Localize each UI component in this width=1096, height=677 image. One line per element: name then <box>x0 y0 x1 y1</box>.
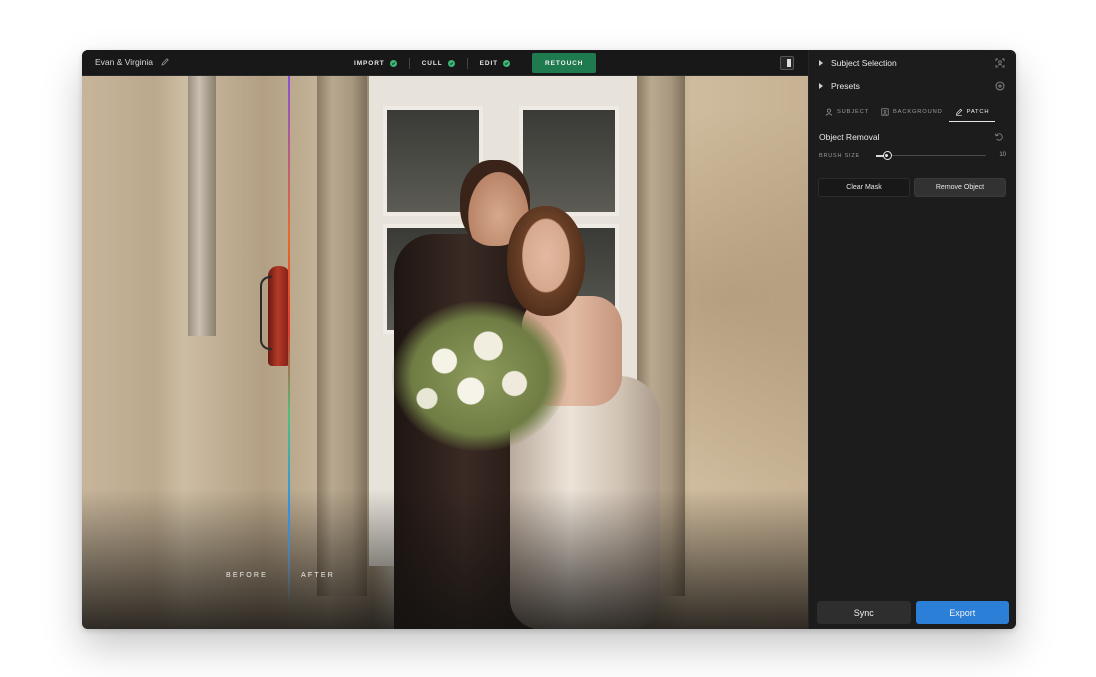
reset-icon[interactable] <box>994 132 1004 142</box>
check-icon <box>389 59 397 67</box>
subject-selection-section[interactable]: Subject Selection <box>809 52 1016 74</box>
step-retouch-label: RETOUCH <box>545 59 584 67</box>
photo-bouquet <box>392 301 567 451</box>
check-icon <box>503 59 511 67</box>
top-bar: Evan & Virginia IMPORT CULL EDIT RETOUCH <box>82 50 808 76</box>
brush-size-thumb[interactable] <box>882 151 892 160</box>
mask-actions: Clear Mask Remove Object <box>818 178 1006 197</box>
tab-subject-label: SUBJECT <box>837 109 870 115</box>
subject-selection-label: Subject Selection <box>831 58 897 68</box>
compare-view-toggle-icon[interactable] <box>780 56 794 70</box>
photo-floor-shadow <box>82 489 808 629</box>
project-name-label: Evan & Virginia <box>95 57 153 67</box>
step-cull[interactable]: CULL <box>410 53 467 73</box>
add-preset-icon[interactable] <box>995 81 1005 91</box>
before-label: BEFORE <box>226 572 268 579</box>
step-edit-label: EDIT <box>479 59 499 67</box>
photo-fire-extinguisher <box>260 266 290 366</box>
workflow-steps: IMPORT CULL EDIT RETOUCH <box>342 53 597 73</box>
before-after-split-handle[interactable] <box>288 76 290 606</box>
patch-icon <box>955 108 962 116</box>
background-icon <box>881 108 889 116</box>
brush-size-value: 10 <box>999 152 1006 158</box>
brush-size-slider[interactable] <box>876 151 986 160</box>
step-edit[interactable]: EDIT <box>468 53 522 73</box>
remove-object-button[interactable]: Remove Object <box>914 178 1006 197</box>
tab-subject[interactable]: SUBJECT <box>819 102 875 122</box>
sync-button[interactable]: Sync <box>817 601 911 624</box>
person-icon <box>825 108 833 116</box>
retouch-tabs: SUBJECT BACKGROUND PATCH <box>819 102 1009 122</box>
caret-right-icon <box>819 60 823 66</box>
step-import[interactable]: IMPORT <box>342 53 409 73</box>
check-icon <box>447 59 455 67</box>
clear-mask-button[interactable]: Clear Mask <box>818 178 910 197</box>
after-label: AFTER <box>301 572 335 579</box>
tab-background-label: BACKGROUND <box>893 109 943 115</box>
retouch-panel: Subject Selection Presets SUBJECT BACKGR… <box>808 50 1016 629</box>
photo-bride-head <box>507 206 585 316</box>
photo-left-window <box>188 76 216 336</box>
caret-right-icon <box>819 83 823 89</box>
tab-patch-label: PATCH <box>966 108 990 115</box>
step-retouch[interactable]: RETOUCH <box>532 53 597 73</box>
tab-patch[interactable]: PATCH <box>948 102 996 122</box>
step-import-label: IMPORT <box>354 59 385 67</box>
project-name[interactable]: Evan & Virginia <box>95 57 170 67</box>
export-button[interactable]: Export <box>915 601 1009 624</box>
presets-section[interactable]: Presets <box>809 75 1016 97</box>
object-removal-title: Object Removal <box>819 132 880 142</box>
app-window: Evan & Virginia IMPORT CULL EDIT RETOUCH <box>82 50 1016 629</box>
panel-footer: Sync Export <box>817 601 1009 624</box>
step-cull-label: CULL <box>421 59 443 67</box>
photo-canvas[interactable]: BEFORE AFTER <box>82 76 808 629</box>
presets-label: Presets <box>831 81 860 91</box>
tab-background[interactable]: BACKGROUND <box>875 102 949 122</box>
pencil-icon[interactable] <box>160 57 170 67</box>
select-subject-icon[interactable] <box>995 58 1005 68</box>
brush-size-label: BRUSH SIZE <box>819 153 861 159</box>
